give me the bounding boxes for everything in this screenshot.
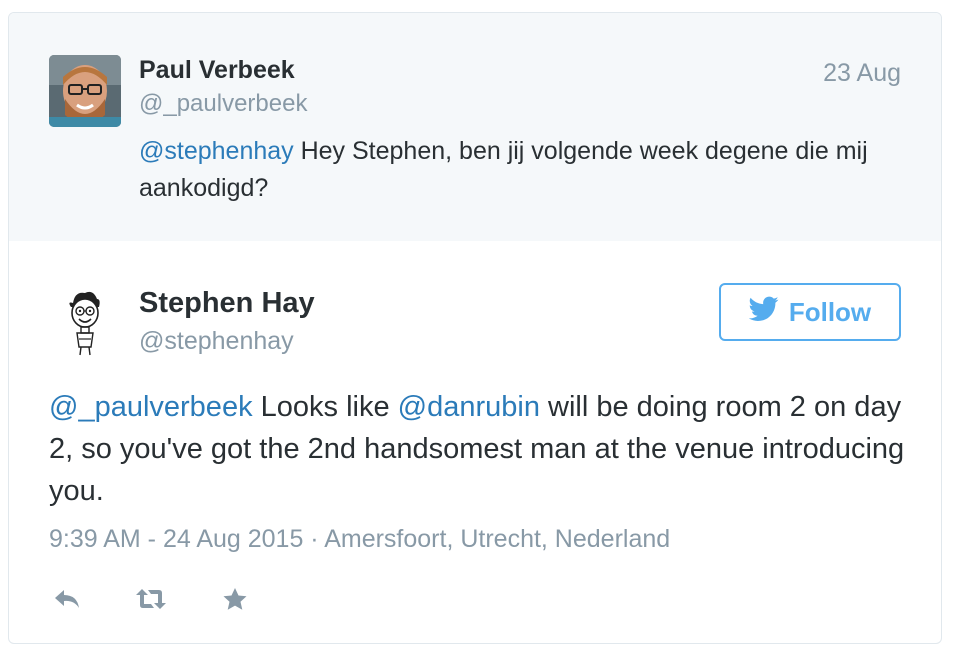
mention-link[interactable]: @stephenhay [139,137,294,165]
embedded-tweet-card: Paul Verbeek @_paulverbeek 23 Aug @steph… [8,12,942,644]
tweet-timestamp-location[interactable]: 9:39 AM - 24 Aug 2015 · Amersfoort, Utre… [49,525,670,554]
follow-button[interactable]: Follow [719,283,901,341]
parent-tweet[interactable]: Paul Verbeek @_paulverbeek 23 Aug @steph… [9,13,941,241]
author-name[interactable]: Stephen Hay [139,287,315,320]
stephen-hay-avatar[interactable] [49,285,121,357]
tweet-actions [49,581,301,617]
parent-tweet-date[interactable]: 23 Aug [823,59,901,88]
twitter-bird-icon [748,296,779,329]
reply-icon[interactable] [49,581,85,617]
retweet-icon[interactable] [133,581,169,617]
tweet-text-segment: Looks like [252,391,398,423]
parent-author-handle[interactable]: @_paulverbeek [139,90,307,118]
mention-link[interactable]: @danrubin [398,391,540,423]
parent-author-name[interactable]: Paul Verbeek [139,56,295,85]
favorite-star-icon[interactable] [217,581,253,617]
follow-label: Follow [788,296,872,327]
paul-verbeek-avatar[interactable] [49,55,121,127]
parent-tweet-text: @stephenhay Hey Stephen, ben jij volgend… [139,133,899,207]
tweet-text: @_paulverbeek Looks like @danrubin will … [49,386,909,512]
mention-link[interactable]: @_paulverbeek [49,391,253,423]
author-handle[interactable]: @stephenhay [139,327,294,356]
